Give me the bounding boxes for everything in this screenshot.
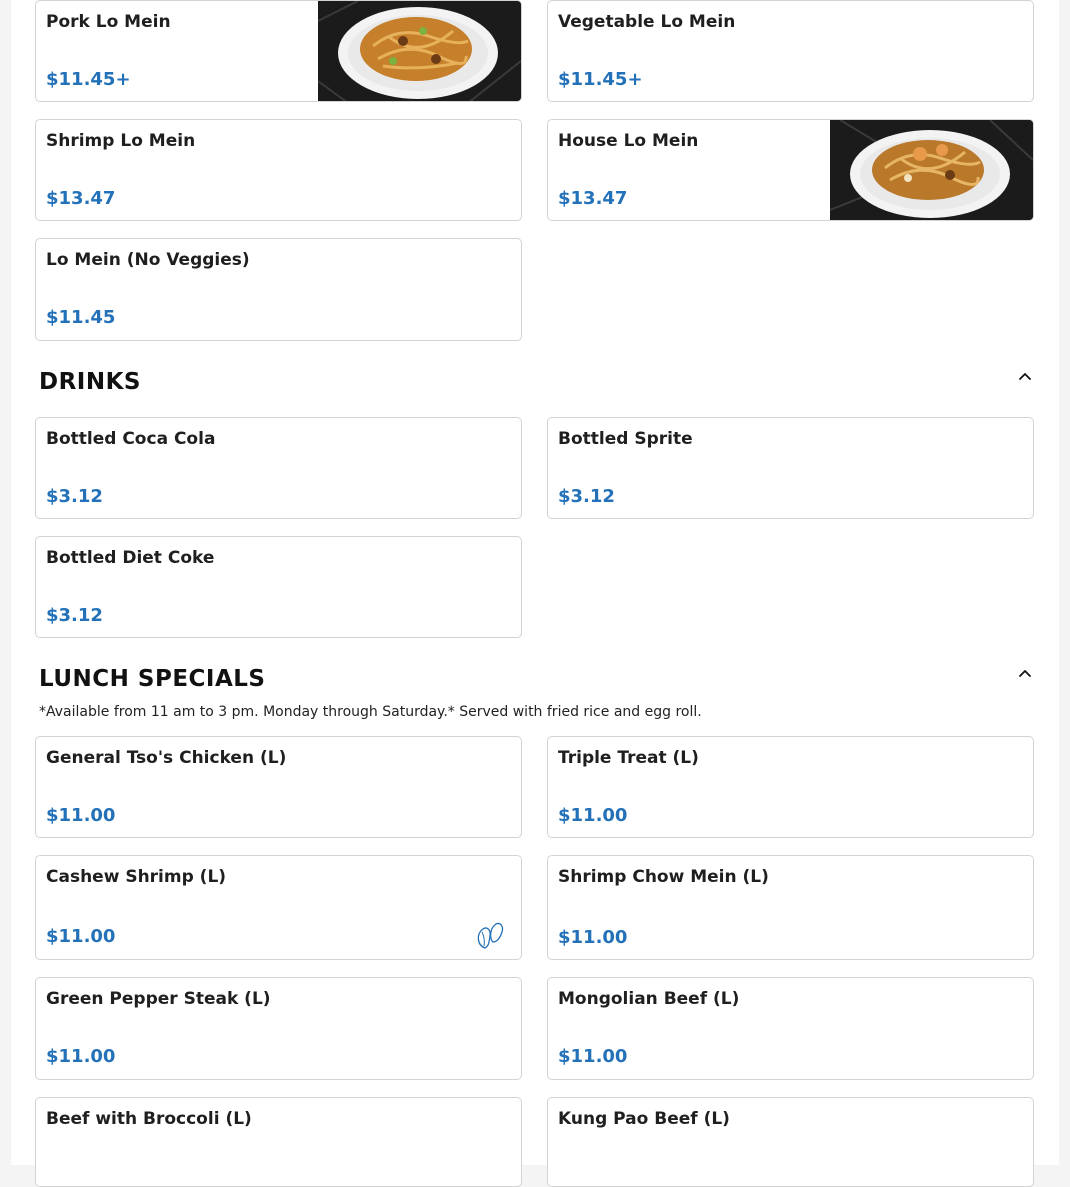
chevron-up-icon[interactable] bbox=[1017, 665, 1033, 681]
food-photo bbox=[317, 1, 521, 101]
menu-item-card[interactable]: Triple Treat (L) $11.00 bbox=[547, 736, 1034, 838]
menu-item-card[interactable]: Beef with Broccoli (L) bbox=[35, 1097, 522, 1187]
item-name: Vegetable Lo Mein bbox=[558, 12, 736, 32]
item-price: $11.00 bbox=[558, 805, 628, 826]
item-price: $3.12 bbox=[46, 605, 103, 626]
item-price: $11.45+ bbox=[46, 69, 131, 90]
chevron-up-icon[interactable] bbox=[1017, 368, 1033, 384]
menu-item-card[interactable]: Shrimp Lo Mein $13.47 bbox=[35, 119, 522, 221]
item-price: $11.00 bbox=[558, 927, 628, 948]
menu-item-card[interactable]: General Tso's Chicken (L) $11.00 bbox=[35, 736, 522, 838]
menu-item-card[interactable]: Green Pepper Steak (L) $11.00 bbox=[35, 977, 522, 1080]
menu-item-card[interactable]: Vegetable Lo Mein $11.45+ bbox=[547, 0, 1034, 102]
item-price: $11.45 bbox=[46, 307, 116, 328]
item-name: Bottled Sprite bbox=[558, 429, 693, 449]
menu-item-card[interactable]: Kung Pao Beef (L) bbox=[547, 1097, 1034, 1187]
item-name: Triple Treat (L) bbox=[558, 748, 699, 768]
item-name: General Tso's Chicken (L) bbox=[46, 748, 287, 768]
menu-item-card[interactable]: Bottled Diet Coke $3.12 bbox=[35, 536, 522, 638]
item-price: $3.12 bbox=[558, 486, 615, 507]
menu-item-card[interactable]: Mongolian Beef (L) $11.00 bbox=[547, 977, 1034, 1080]
item-name: Bottled Diet Coke bbox=[46, 548, 215, 568]
item-name: Shrimp Chow Mein (L) bbox=[558, 867, 769, 887]
menu-page: Pork Lo Mein $11.45+ Vegetable Lo Mein $… bbox=[11, 0, 1059, 1187]
item-price: $11.45+ bbox=[558, 69, 643, 90]
section-title-lunch-specials: LUNCH SPECIALS bbox=[39, 666, 266, 692]
section-note: *Available from 11 am to 3 pm. Monday th… bbox=[39, 704, 702, 720]
item-price: $13.47 bbox=[558, 188, 628, 209]
nut-icon bbox=[477, 922, 504, 949]
item-price: $11.00 bbox=[46, 1046, 116, 1067]
section-title-drinks: DRINKS bbox=[39, 369, 141, 395]
menu-item-card[interactable]: Bottled Coca Cola $3.12 bbox=[35, 417, 522, 519]
item-name: Mongolian Beef (L) bbox=[558, 989, 740, 1009]
item-price: $11.00 bbox=[46, 926, 116, 947]
menu-item-card[interactable]: Pork Lo Mein $11.45+ bbox=[35, 0, 522, 102]
menu-item-card[interactable]: Shrimp Chow Mein (L) $11.00 bbox=[547, 855, 1034, 960]
item-name: Shrimp Lo Mein bbox=[46, 131, 196, 151]
item-name: House Lo Mein bbox=[558, 131, 699, 151]
item-name: Beef with Broccoli (L) bbox=[46, 1109, 252, 1129]
menu-item-card[interactable]: Lo Mein (No Veggies) $11.45 bbox=[35, 238, 522, 341]
item-name: Lo Mein (No Veggies) bbox=[46, 250, 250, 270]
menu-item-card[interactable]: Cashew Shrimp (L) $11.00 bbox=[35, 855, 522, 960]
item-name: Pork Lo Mein bbox=[46, 12, 171, 32]
food-photo bbox=[829, 120, 1033, 220]
item-name: Kung Pao Beef (L) bbox=[558, 1109, 730, 1129]
item-name: Cashew Shrimp (L) bbox=[46, 867, 227, 887]
item-price: $11.00 bbox=[46, 805, 116, 826]
item-price: $11.00 bbox=[558, 1046, 628, 1067]
item-name: Green Pepper Steak (L) bbox=[46, 989, 271, 1009]
menu-item-card[interactable]: House Lo Mein $13.47 bbox=[547, 119, 1034, 221]
item-price: $13.47 bbox=[46, 188, 116, 209]
item-name: Bottled Coca Cola bbox=[46, 429, 216, 449]
item-price: $3.12 bbox=[46, 486, 103, 507]
menu-item-card[interactable]: Bottled Sprite $3.12 bbox=[547, 417, 1034, 519]
